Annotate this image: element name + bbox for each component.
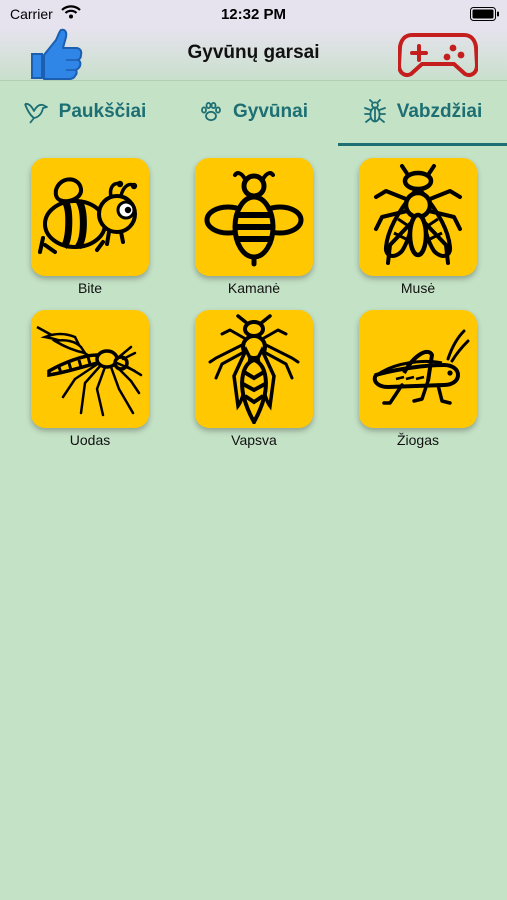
bug-icon <box>363 99 386 123</box>
grid-item-kamane[interactable]: Kamanė <box>195 158 313 296</box>
grasshopper-icon <box>372 329 470 405</box>
paw-icon <box>201 102 221 122</box>
game-button[interactable] <box>397 32 479 78</box>
tile <box>31 158 149 276</box>
grid-item-uodas[interactable]: Uodas <box>31 310 149 448</box>
item-label: Musė <box>400 280 436 296</box>
item-label: Bite <box>77 280 103 296</box>
mosquito-icon <box>36 325 143 417</box>
item-label: Uodas <box>69 432 111 448</box>
nav-bar: Gyvūnų garsai <box>0 28 507 81</box>
tile <box>195 310 313 428</box>
category-tabs: Paukščiai Gyvūnai Vabzdžiai <box>0 81 507 147</box>
tab-animals[interactable]: Gyvūnai <box>169 81 338 143</box>
tab-label: Gyvūnai <box>233 101 308 122</box>
bird-icon <box>23 102 48 124</box>
tab-insects[interactable]: Vabzdžiai <box>338 81 507 143</box>
tile <box>359 310 477 428</box>
tile <box>359 158 477 276</box>
bumblebee-icon <box>204 171 304 267</box>
battery-icon <box>470 7 500 26</box>
item-label: Vapsva <box>231 432 277 448</box>
tab-label: Paukščiai <box>58 101 147 122</box>
status-bar: Carrier 12:32 PM <box>0 0 507 28</box>
item-label: Žiogas <box>396 432 440 448</box>
fly-icon <box>374 164 462 265</box>
tile <box>31 310 149 428</box>
grid-item-vapsva[interactable]: Vapsva <box>195 310 313 448</box>
wasp-icon <box>208 314 300 424</box>
status-time: 12:32 PM <box>220 6 287 23</box>
grid-item-muse[interactable]: Musė <box>359 158 477 296</box>
item-label: Kamanė <box>227 280 281 296</box>
tab-birds[interactable]: Paukščiai <box>0 81 169 143</box>
grid-item-ziogas[interactable]: Žiogas <box>359 310 477 448</box>
bee-cartoon-icon <box>38 177 138 254</box>
tile <box>195 158 313 276</box>
tab-label: Vabzdžiai <box>396 101 483 122</box>
grid-item-bite[interactable]: Bite <box>31 158 149 296</box>
gamepad-icon <box>397 33 479 77</box>
selected-tab-indicator <box>338 143 507 146</box>
